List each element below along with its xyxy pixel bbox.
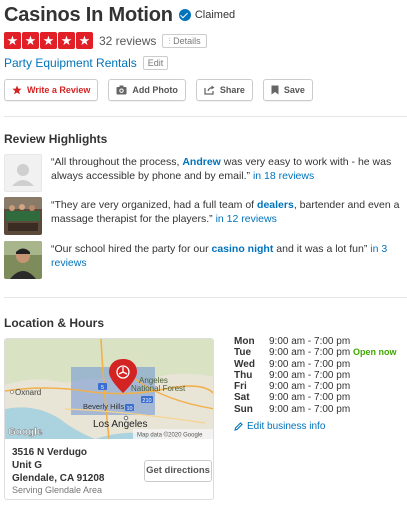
- highlight-quote: “They are very organized, had a full tea…: [51, 199, 258, 211]
- highlight-text: “Our school hired the party for our casi…: [51, 241, 404, 279]
- hours-time: 9:00 am - 7:00 pm: [269, 336, 351, 347]
- star-icon: [12, 85, 22, 95]
- write-review-button[interactable]: Write a Review: [4, 79, 99, 101]
- business-name: Casinos In Motion: [4, 3, 173, 26]
- action-bar: Write a Review Add Photo Share Save: [4, 79, 313, 101]
- hours-row: Thu 9:00 am - 7:00 pm: [234, 370, 397, 381]
- hours-time: 9:00 am - 7:00 pm: [269, 358, 351, 370]
- star-icon: ★: [76, 32, 93, 49]
- share-icon: [204, 85, 215, 95]
- get-directions-button[interactable]: Get directions: [144, 460, 212, 482]
- highlight-item: “All throughout the process, Andrew was …: [4, 154, 404, 192]
- hours-day: Fri: [234, 381, 247, 393]
- claimed-label: Claimed: [194, 9, 236, 21]
- map-card: 5 210 10 Oxnard Angeles National Forest B…: [4, 338, 214, 500]
- hours-day: Sun: [234, 403, 253, 415]
- star-icon: ★: [4, 32, 21, 49]
- review-highlights-title: Review Highlights: [4, 132, 108, 146]
- address-line1: 3516 N Verdugo: [12, 447, 88, 458]
- hours-row: Tue 9:00 am - 7:00 pm Open now: [234, 347, 397, 358]
- map-attribution: Map data ©2020 Google: [137, 432, 203, 439]
- save-label: Save: [283, 85, 305, 95]
- serving-area: Serving Glendale Area: [12, 485, 103, 495]
- hours-day: Thu: [234, 369, 253, 381]
- bookmark-icon: [271, 85, 279, 95]
- highlight-quote: and it was a lot fun”: [273, 243, 371, 255]
- map-label-los-angeles: Los Angeles: [93, 419, 148, 430]
- hours-day: Mon: [234, 336, 255, 347]
- highlight-text: “All throughout the process, Andrew was …: [51, 154, 404, 192]
- hours-status: [353, 336, 397, 347]
- business-header: Casinos In Motion Claimed ★ ★ ★ ★ ★ 32 r…: [4, 4, 404, 70]
- bar-chart-icon: ⫶: [168, 35, 171, 46]
- details-button[interactable]: ⫶ Details: [162, 33, 207, 48]
- add-photo-label: Add Photo: [132, 85, 178, 95]
- hours-day: Wed: [234, 358, 255, 370]
- address-line2: Unit G: [12, 460, 42, 471]
- hours-row: Sat 9:00 am - 7:00 pm: [234, 392, 397, 403]
- share-label: Share: [219, 85, 245, 95]
- hours-time: 9:00 am - 7:00 pm: [269, 403, 351, 415]
- edit-business-info-label: Edit business info: [247, 421, 326, 432]
- hours-time: 9:00 am - 7:00 pm: [269, 392, 351, 404]
- map-label-oxnard: Oxnard: [15, 388, 41, 397]
- highlight-text: “They are very organized, had a full tea…: [51, 197, 404, 235]
- category-link[interactable]: Party Equipment Rentals: [4, 56, 137, 70]
- highlight-keyword[interactable]: Andrew: [182, 156, 221, 168]
- hours-status: [353, 381, 397, 392]
- map-label-beverly-hills: Beverly Hills: [83, 402, 125, 411]
- highlight-item: “They are very organized, had a full tea…: [4, 197, 404, 235]
- hours-day: Sat: [234, 392, 250, 404]
- check-circle-icon: [178, 9, 191, 21]
- hours-time: 9:00 am - 7:00 pm: [269, 369, 351, 381]
- star-rating: ★ ★ ★ ★ ★: [4, 32, 93, 49]
- hours-status: [353, 359, 397, 370]
- highlight-count-link[interactable]: in 12 reviews: [216, 213, 277, 225]
- edit-business-info-link[interactable]: Edit business info: [234, 421, 325, 432]
- save-button[interactable]: Save: [262, 79, 313, 101]
- location-hours-title: Location & Hours: [4, 316, 105, 330]
- default-avatar-icon[interactable]: [4, 154, 42, 192]
- map[interactable]: 5 210 10 Oxnard Angeles National Forest B…: [5, 339, 213, 440]
- hours-row: Wed 9:00 am - 7:00 pm: [234, 359, 397, 370]
- hours-row: Mon 9:00 am - 7:00 pm: [234, 336, 397, 347]
- star-icon: ★: [58, 32, 75, 49]
- edit-category-button[interactable]: Edit: [142, 56, 169, 70]
- review-count[interactable]: 32 reviews: [99, 34, 156, 48]
- hours-time: 9:00 am - 7:00 pm: [269, 381, 351, 393]
- hours-status: [353, 392, 397, 403]
- highlight-item: “Our school hired the party for our casi…: [4, 241, 404, 279]
- camera-icon: [116, 85, 127, 95]
- address-line3: Glendale, CA 91208: [12, 473, 105, 484]
- hwy5-label: 5: [101, 385, 104, 391]
- highlight-quote: “All throughout the process,: [51, 156, 183, 168]
- star-icon: ★: [22, 32, 39, 49]
- star-icon: ★: [40, 32, 57, 49]
- hours-table: Mon 9:00 am - 7:00 pm Tue 9:00 am - 7:00 p…: [234, 336, 397, 415]
- review-photo[interactable]: [4, 197, 42, 235]
- highlight-keyword[interactable]: casino night: [212, 243, 274, 255]
- highlight-keyword[interactable]: dealers: [257, 199, 294, 211]
- hours-status: [353, 404, 397, 415]
- hours-row: Sun 9:00 am - 7:00 pm: [234, 404, 397, 415]
- hours-time: 9:00 am - 7:00 pm: [269, 347, 351, 359]
- highlight-quote: “Our school hired the party for our: [51, 243, 212, 255]
- hwy210-label: 210: [142, 398, 151, 404]
- google-logo: Google: [8, 427, 43, 438]
- hwy10-label: 10: [126, 406, 132, 412]
- hours-day: Tue: [234, 347, 252, 359]
- hours-row: Fri 9:00 am - 7:00 pm: [234, 381, 397, 392]
- address: 3516 N Verdugo Unit G Glendale, CA 91208: [12, 446, 104, 485]
- write-review-label: Write a Review: [27, 85, 91, 95]
- hours-status: [353, 370, 397, 381]
- highlight-count-link[interactable]: in 18 reviews: [253, 170, 314, 182]
- pencil-icon: [234, 422, 243, 431]
- open-now-badge: Open now: [353, 347, 397, 358]
- add-photo-button[interactable]: Add Photo: [108, 79, 186, 101]
- details-label: Details: [173, 35, 201, 46]
- divider: [4, 116, 407, 117]
- share-button[interactable]: Share: [195, 79, 253, 101]
- divider: [4, 297, 407, 298]
- review-photo[interactable]: [4, 241, 42, 279]
